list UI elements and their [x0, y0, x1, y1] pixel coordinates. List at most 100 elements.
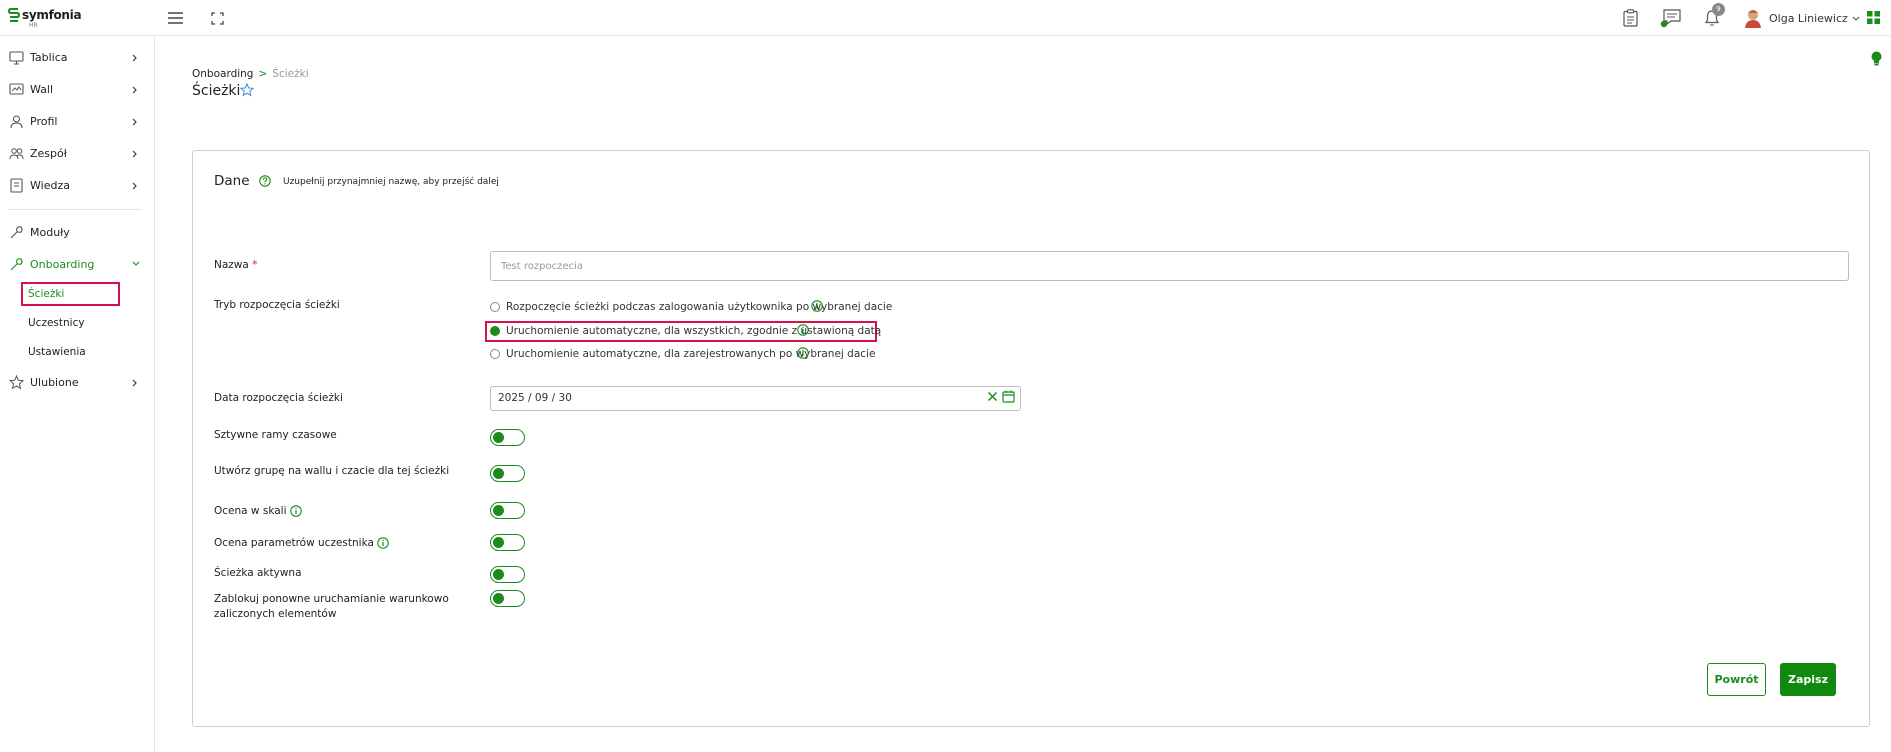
- fullscreen-icon[interactable]: [207, 0, 227, 36]
- sidebar-subitem-sciezki[interactable]: Ścieżki: [21, 282, 120, 306]
- create-group-toggle[interactable]: [490, 465, 525, 482]
- wall-icon: [9, 83, 24, 95]
- breadcrumb: Onboarding > Ścieżki: [192, 68, 309, 80]
- toggle-label-params: Ocena parametrów uczestnika: [214, 536, 389, 551]
- clear-icon[interactable]: [987, 391, 998, 402]
- menu-icon[interactable]: [165, 0, 185, 36]
- sidebar-item-label: Profil: [30, 115, 58, 128]
- save-button[interactable]: Zapisz: [1780, 663, 1836, 696]
- info-icon[interactable]: [811, 300, 823, 312]
- toggle-knob: [493, 536, 504, 548]
- breadcrumb-parent[interactable]: Onboarding: [192, 68, 253, 80]
- sidebar-item-label: Moduły: [30, 226, 70, 239]
- lightbulb-icon[interactable]: [1871, 51, 1882, 70]
- sidebar-subitem-label: Ścieżki: [28, 288, 65, 300]
- apps-grid-icon[interactable]: [1867, 11, 1880, 27]
- toggle-label-scale: Ocena w skali: [214, 504, 302, 519]
- block-rerun-toggle[interactable]: [490, 590, 525, 607]
- sidebar-item-wiedza[interactable]: Wiedza: [0, 174, 150, 198]
- clipboard-icon[interactable]: [1620, 0, 1640, 36]
- sidebar-item-label: Wall: [30, 83, 54, 96]
- sidebar-item-profil[interactable]: Profil: [0, 110, 150, 134]
- logo-text: symfonia: [22, 8, 82, 22]
- section-title: Dane: [214, 173, 250, 189]
- mode-option-login[interactable]: Rozpoczęcie ścieżki podczas zalogowania …: [490, 299, 892, 316]
- toggle-label: Ścieżka aktywna: [214, 567, 302, 579]
- section-hint: Uzupełnij przynajmniej nazwę, aby przejś…: [283, 177, 499, 187]
- info-icon[interactable]: [797, 324, 809, 336]
- radio-button[interactable]: [490, 302, 500, 312]
- wrench-icon: [10, 258, 23, 271]
- sidebar-item-label: Wiedza: [30, 179, 70, 192]
- participant-params-toggle[interactable]: [490, 534, 525, 551]
- mode-option-label: Uruchomienie automatyczne, dla wszystkic…: [506, 325, 882, 337]
- user-name[interactable]: Olga Liniewicz: [1769, 12, 1848, 25]
- toggle-label-text: Ocena w skali: [214, 505, 287, 517]
- info-icon[interactable]: [289, 505, 302, 517]
- toggle-label: Zablokuj ponowne uruchamianie warunkowo …: [214, 593, 449, 620]
- toggle-label: Sztywne ramy czasowe: [214, 429, 337, 441]
- sidebar-subitem-uczestnicy[interactable]: Uczestnicy: [21, 313, 121, 335]
- sidebar-item-onboarding[interactable]: Onboarding: [0, 253, 150, 277]
- rigid-timeframe-toggle[interactable]: [490, 429, 525, 446]
- scale-rating-toggle[interactable]: [490, 502, 525, 519]
- sidebar-item-label: Zespół: [30, 147, 67, 160]
- toggle-knob: [493, 592, 504, 604]
- sidebar-subitem-ustawienia[interactable]: Ustawienia: [21, 342, 121, 364]
- chevron-right-icon: [132, 86, 137, 94]
- sidebar-item-label: Tablica: [30, 51, 68, 64]
- breadcrumb-current: Ścieżki: [272, 68, 309, 80]
- date-input[interactable]: 2025 / 09 / 30: [490, 386, 1021, 411]
- mode-option-label: Rozpoczęcie ścieżki podczas zalogowania …: [506, 301, 893, 313]
- monitor-icon: [9, 51, 24, 65]
- mode-option-label: Uruchomienie automatyczne, dla zarejestr…: [506, 348, 876, 360]
- sidebar-item-wall[interactable]: Wall: [0, 78, 150, 102]
- mode-option-auto-registered[interactable]: Uruchomienie automatyczne, dla zarejestr…: [490, 346, 875, 363]
- toggle-label-text: Ocena parametrów uczestnika: [214, 537, 374, 549]
- sidebar-item-label: Onboarding: [30, 258, 95, 271]
- back-button[interactable]: Powrót: [1707, 663, 1766, 696]
- avatar[interactable]: [1744, 8, 1762, 28]
- chevron-down-icon: [132, 261, 140, 266]
- radio-button[interactable]: [490, 349, 500, 359]
- book-icon: [10, 178, 23, 193]
- symfonia-logo[interactable]: symfonia HR: [8, 7, 88, 33]
- wrench-icon: [10, 226, 23, 239]
- toggle-knob: [493, 467, 504, 479]
- form-card: Dane Uzupełnij przynajmniej nazwę, aby p…: [192, 150, 1870, 727]
- favorite-star-icon[interactable]: [239, 82, 255, 100]
- toggle-knob: [493, 431, 504, 443]
- calendar-icon[interactable]: [1002, 390, 1015, 403]
- info-icon[interactable]: [797, 347, 809, 359]
- radio-button-checked[interactable]: [490, 326, 500, 336]
- sidebar-item-tablica[interactable]: Tablica: [0, 46, 150, 70]
- sidebar: Tablica Wall Profil Zespół Wiedza Moduły…: [0, 37, 155, 752]
- sidebar-item-label: Ulubione: [30, 376, 79, 389]
- info-icon[interactable]: [377, 537, 389, 549]
- chevron-right-icon: [132, 150, 137, 158]
- sidebar-subitem-label: Uczestnicy: [28, 317, 85, 329]
- name-input[interactable]: [490, 251, 1849, 281]
- chevron-down-icon[interactable]: [1852, 12, 1860, 25]
- chevron-right-icon: [132, 182, 137, 190]
- mode-option-auto-all[interactable]: Uruchomienie automatyczne, dla wszystkic…: [490, 323, 881, 340]
- sidebar-item-moduly[interactable]: Moduły: [0, 221, 150, 245]
- chat-icon[interactable]: [1659, 0, 1683, 36]
- toggle-knob: [493, 504, 504, 516]
- mode-label: Tryb rozpoczęcia ścieżki: [214, 299, 340, 311]
- help-icon[interactable]: [259, 175, 271, 190]
- sidebar-item-ulubione[interactable]: Ulubione: [0, 371, 150, 395]
- chevron-right-icon: [132, 379, 137, 387]
- sidebar-item-zespol[interactable]: Zespół: [0, 142, 150, 166]
- toggle-knob: [493, 568, 504, 580]
- path-active-toggle[interactable]: [490, 566, 525, 583]
- notification-badge: 9: [1712, 3, 1725, 16]
- name-label-text: Nazwa: [214, 259, 249, 271]
- date-value: 2025 / 09 / 30: [498, 392, 572, 404]
- top-bar: symfonia HR 9 Olga Liniewicz: [0, 0, 1891, 36]
- name-field-label: Nazwa *: [214, 258, 257, 273]
- sidebar-subitem-label: Ustawienia: [28, 346, 86, 358]
- logo-subtext: HR: [29, 22, 38, 29]
- star-icon: [9, 375, 24, 390]
- person-icon: [10, 115, 23, 129]
